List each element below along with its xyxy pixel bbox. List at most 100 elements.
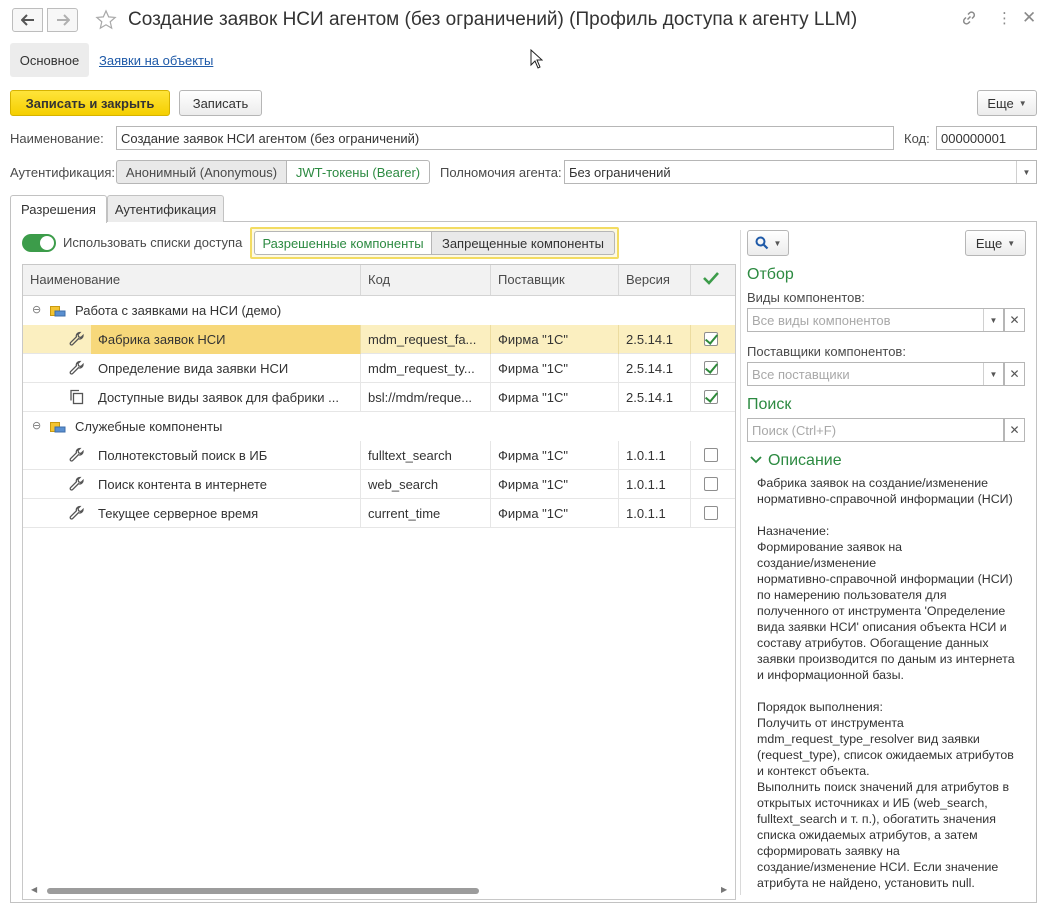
chevron-down-icon[interactable]: ▼ [983,363,1003,385]
table-row[interactable]: Текущее серверное время current_time Фир… [23,499,735,528]
components-table: Наименование Код Поставщик Версия ⊖ Рабо… [22,264,736,900]
column-header-version[interactable]: Версия [619,265,691,295]
component-types-select[interactable]: Все виды компонентов ▼ [747,308,1004,332]
search-options-button[interactable]: ▼ [747,230,789,256]
cell-name: Полнотекстовый поиск в ИБ [91,441,361,470]
component-types-placeholder: Все виды компонентов [752,313,891,328]
save-close-button[interactable]: Записать и закрыть [10,90,170,116]
cell-code: current_time [361,499,491,528]
table-row[interactable]: Фабрика заявок НСИ mdm_request_fa... Фир… [23,325,735,354]
clear-types-button[interactable]: ✕ [1004,308,1025,332]
column-header-code[interactable]: Код [361,265,491,295]
code-field[interactable]: 000000001 [936,126,1037,150]
horizontal-scrollbar[interactable]: ◀ ▶ [23,883,735,899]
panel-splitter[interactable] [740,230,741,895]
cell-code: web_search [361,470,491,499]
chevron-down-icon[interactable] [750,455,762,468]
wrench-icon [69,360,85,379]
arrow-left-icon [20,14,34,26]
wrench-icon [69,505,85,524]
cell-supplier: Фирма "1С" [491,470,619,499]
suppliers-select[interactable]: Все поставщики ▼ [747,362,1004,386]
row-checkbox[interactable] [704,390,718,404]
cell-name: Фабрика заявок НСИ [91,325,361,354]
row-checkbox[interactable] [704,448,718,462]
cell-code: mdm_request_fa... [361,325,491,354]
powers-select[interactable]: Без ограничений ▼ [564,160,1037,184]
copy-icon [69,389,84,408]
column-header-name[interactable]: Наименование [23,265,361,295]
cell-version: 1.0.1.1 [619,441,691,470]
collapse-icon[interactable]: ⊖ [32,419,41,432]
mouse-cursor-icon [530,48,544,72]
table-group-row[interactable]: ⊖ Работа с заявками на НСИ (демо) [23,296,735,325]
auth-option-jwt[interactable]: JWT-токены (Bearer) [286,160,430,184]
form-link-requests[interactable]: Заявки на объекты [99,53,213,68]
arrow-right-icon [56,14,70,26]
auth-label: Аутентификация: [10,165,115,180]
scroll-right-icon[interactable]: ▶ [721,885,727,894]
table-row[interactable]: Полнотекстовый поиск в ИБ fulltext_searc… [23,441,735,470]
row-checkbox[interactable] [704,506,718,520]
scrollbar-thumb[interactable] [47,888,479,894]
code-label: Код: [904,131,930,146]
component-types-label: Виды компонентов: [747,290,865,305]
row-checkbox[interactable] [704,361,718,375]
wrench-icon [69,476,85,495]
back-button[interactable] [12,8,43,32]
chevron-down-icon[interactable]: ▼ [1016,161,1036,183]
chevron-down-icon[interactable]: ▼ [983,309,1003,331]
description-header[interactable]: Описание [768,452,842,470]
table-row[interactable]: Поиск контента в интернете web_search Фи… [23,470,735,499]
cell-code: fulltext_search [361,441,491,470]
powers-label: Полномочия агента: [440,165,562,180]
wrench-icon [69,447,85,466]
table-row[interactable]: Определение вида заявки НСИ mdm_request_… [23,354,735,383]
more-button-label: Еще [987,95,1014,111]
cell-name: Текущее серверное время [91,499,361,528]
search-placeholder: Поиск (Ctrl+F) [752,423,837,438]
table-group-row[interactable]: ⊖ Служебные компоненты [23,412,735,441]
more-button[interactable]: Еще ▼ [977,90,1037,116]
use-access-lists-toggle[interactable] [22,234,56,252]
allowed-components-button[interactable]: Разрешенные компоненты [254,231,432,255]
link-icon[interactable] [961,10,977,31]
cell-supplier: Фирма "1С" [491,499,619,528]
close-icon[interactable]: ✕ [1022,8,1036,28]
checkmark-icon [703,272,719,285]
cell-name: Доступные виды заявок для фабрики ... [91,383,361,412]
caret-down-icon: ▼ [1018,98,1027,108]
search-icon [755,236,768,250]
cell-version: 1.0.1.1 [619,470,691,499]
row-checkbox[interactable] [704,332,718,346]
scroll-left-icon[interactable]: ◀ [31,885,37,894]
more-vertical-icon[interactable]: ⋮ [997,9,1012,27]
name-field[interactable]: Создание заявок НСИ агентом (без огранич… [116,126,894,150]
denied-components-button[interactable]: Запрещенные компоненты [431,231,615,255]
forward-button[interactable] [47,8,78,32]
collapse-icon[interactable]: ⊖ [32,303,41,316]
row-checkbox[interactable] [704,477,718,491]
column-header-check[interactable] [691,265,735,295]
group-name: Работа с заявками на НСИ (демо) [75,303,282,318]
auth-option-anonymous[interactable]: Анонимный (Anonymous) [116,160,287,184]
column-header-supplier[interactable]: Поставщик [491,265,619,295]
table-row[interactable]: Доступные виды заявок для фабрики ... bs… [23,383,735,412]
form-tab-main[interactable]: Основное [10,43,89,77]
clear-search-button[interactable]: ✕ [1004,418,1025,442]
clear-suppliers-button[interactable]: ✕ [1004,362,1025,386]
panel-more-button[interactable]: Еще ▼ [965,230,1026,256]
cell-version: 2.5.14.1 [619,354,691,383]
suppliers-label: Поставщики компонентов: [747,344,906,359]
star-icon[interactable] [95,9,117,34]
tab-authentication[interactable]: Аутентификация [107,195,224,222]
search-input[interactable]: Поиск (Ctrl+F) [747,418,1004,442]
use-access-lists-label: Использовать списки доступа [63,235,243,250]
suppliers-placeholder: Все поставщики [752,367,850,382]
table-header: Наименование Код Поставщик Версия [23,265,735,296]
cell-version: 2.5.14.1 [619,383,691,412]
tab-permissions[interactable]: Разрешения [10,195,107,223]
save-button[interactable]: Записать [179,90,262,116]
caret-down-icon: ▼ [773,238,782,248]
folder-icon [50,304,66,320]
